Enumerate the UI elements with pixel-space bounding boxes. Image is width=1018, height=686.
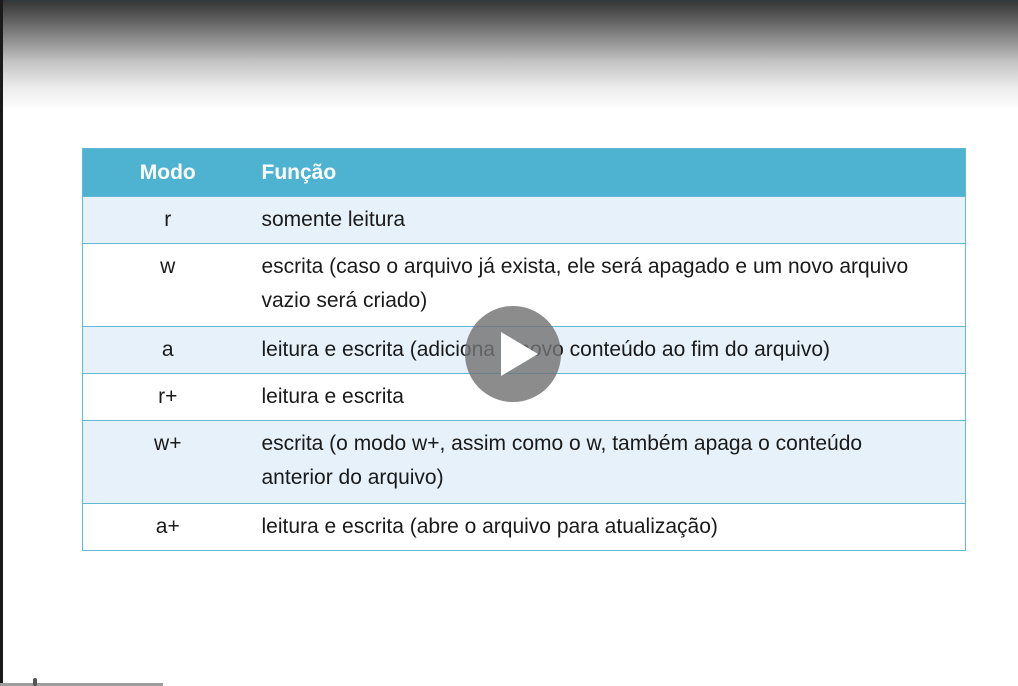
- video-frame: Modo Função r somente leitura w escrita …: [0, 0, 1018, 686]
- mode-cell: r+: [82, 373, 253, 421]
- table-header-row: Modo Função: [82, 148, 966, 197]
- play-icon: [501, 332, 538, 376]
- mode-cell: a: [82, 326, 253, 374]
- mode-cell: w+: [82, 420, 253, 504]
- mode-cell: w: [82, 243, 253, 327]
- play-button[interactable]: [465, 306, 561, 402]
- gap-cell: [252, 196, 262, 244]
- table-row: w+ escrita (o modo w+, assim como o w, t…: [82, 420, 966, 504]
- function-cell: somente leitura: [261, 196, 966, 244]
- function-cell: leitura e escrita (abre o arquivo para a…: [261, 503, 966, 551]
- function-cell: leitura e escrita: [261, 373, 966, 421]
- header-mode: Modo: [82, 148, 253, 197]
- gap-cell: [252, 243, 262, 327]
- gap-cell: [252, 326, 262, 374]
- gap-cell: [252, 420, 262, 504]
- gap-cell: [252, 503, 262, 551]
- mode-cell: r: [82, 196, 253, 244]
- left-border: [0, 0, 3, 686]
- table-row: a+ leitura e escrita (abre o arquivo par…: [82, 503, 966, 551]
- mode-cell: a+: [82, 503, 253, 551]
- function-cell: leitura e escrita (adiciona o novo conte…: [261, 326, 966, 374]
- function-cell: escrita (caso o arquivo já exista, ele s…: [261, 243, 966, 327]
- top-gradient-overlay: [0, 0, 1018, 110]
- gap-cell: [252, 373, 262, 421]
- progress-scrubber-handle[interactable]: [33, 678, 37, 686]
- table-row: r somente leitura: [82, 196, 966, 244]
- function-cell: escrita (o modo w+, assim como o w, tamb…: [261, 420, 966, 504]
- header-gap: [252, 148, 262, 197]
- header-function: Função: [261, 148, 966, 197]
